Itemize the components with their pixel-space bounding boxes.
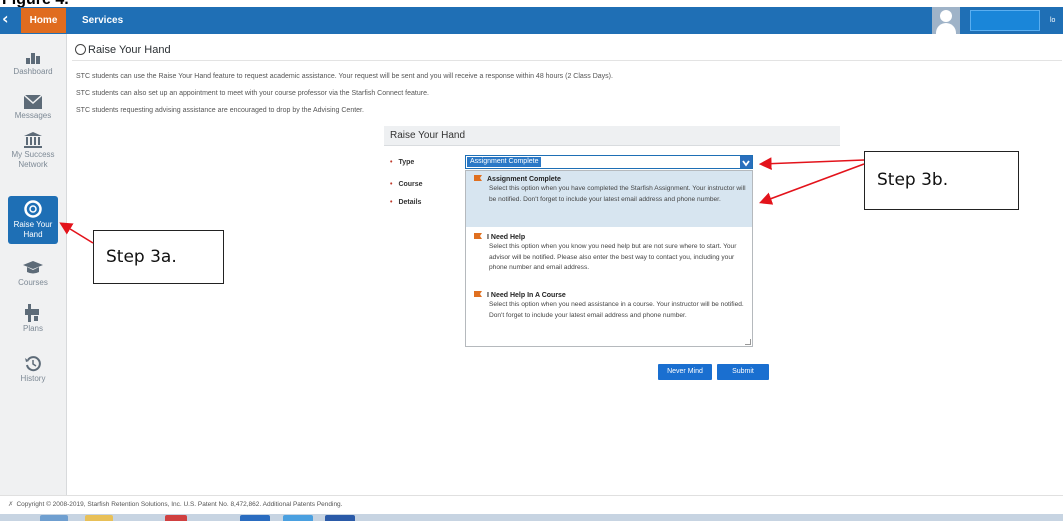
option-description: Select this option when you know you nee…: [489, 243, 737, 271]
annotation-step-3a: Step 3a.: [93, 230, 224, 284]
life-ring-icon: [24, 200, 42, 218]
sidebar-item-label: Plans: [22, 324, 43, 333]
taskbar-app-icon[interactable]: [283, 515, 313, 521]
taskbar-app-icon[interactable]: [240, 515, 270, 521]
sidebar-item-raise-your-hand[interactable]: Raise Your Hand: [8, 196, 58, 244]
sidebar-item-label: Courses: [18, 278, 48, 287]
option-assignment-complete[interactable]: Assignment Complete Select this option w…: [466, 171, 752, 227]
sidebar-item-label: History: [20, 374, 46, 383]
intro-line-3: STC students requesting advising assista…: [76, 107, 364, 114]
taskbar-app-icon[interactable]: [40, 515, 68, 521]
starfish-logo-icon: ✗: [8, 501, 14, 508]
option-description: Select this option when you need assista…: [489, 301, 744, 319]
page-title-text: Raise Your Hand: [88, 44, 171, 56]
plans-icon: [25, 304, 39, 322]
details-label-text: Details: [398, 199, 422, 206]
option-i-need-help-in-a-course[interactable]: I Need Help In A Course Select this opti…: [466, 287, 752, 345]
taskbar-app-icon[interactable]: [325, 515, 355, 521]
copyright-text: Copyright © 2008-2019, Starfish Retentio…: [16, 501, 343, 508]
resize-handle[interactable]: [745, 339, 751, 345]
home-tab[interactable]: Home: [21, 8, 66, 33]
option-i-need-help[interactable]: I Need Help Select this option when you …: [466, 229, 752, 285]
raise-hand-icon: [75, 44, 86, 55]
type-select[interactable]: Assignment Complete: [465, 155, 753, 169]
intro-line-1: STC students can use the Raise Your Hand…: [76, 73, 613, 80]
form-panel-header: Raise Your Hand: [384, 126, 840, 146]
annotation-step-3b: Step 3b.: [864, 151, 1019, 210]
taskbar-app-icon[interactable]: [85, 515, 113, 521]
submit-button[interactable]: Submit: [717, 364, 769, 380]
sidebar-item-my-success-network[interactable]: My Success Network: [0, 132, 66, 170]
sidebar-item-courses[interactable]: Courses: [0, 260, 66, 288]
type-dropdown-list: Assignment Complete Select this option w…: [465, 170, 753, 347]
option-title-text: I Need Help: [487, 234, 526, 241]
divider: [72, 60, 1062, 61]
option-title: Assignment Complete: [474, 175, 746, 184]
user-menu-button[interactable]: [970, 10, 1040, 31]
top-bar: ‹ Home Services lo: [0, 7, 1063, 34]
details-label: • Details: [390, 199, 422, 206]
flag-icon: [474, 175, 482, 181]
course-label: • Course: [390, 181, 423, 188]
sidebar-item-label: Dashboard: [13, 67, 53, 76]
sidebar-item-dashboard[interactable]: Dashboard: [0, 49, 66, 77]
graduation-cap-icon: [23, 261, 43, 274]
services-tab[interactable]: Services: [82, 8, 123, 33]
flag-icon: [474, 233, 482, 239]
footer: ✗ Copyright © 2008-2019, Starfish Retenti…: [8, 500, 342, 508]
option-description: Select this option when you have complet…: [489, 185, 746, 203]
option-title: I Need Help In A Course: [474, 291, 746, 300]
page-title: Raise Your Hand: [75, 44, 171, 56]
type-select-value: Assignment Complete: [467, 157, 542, 167]
back-icon[interactable]: ‹: [2, 9, 16, 31]
sidebar-item-label: Raise Your Hand: [13, 220, 53, 239]
option-title-text: Assignment Complete: [487, 176, 561, 183]
course-label-text: Course: [398, 181, 423, 188]
panel-title: Raise Your Hand: [390, 130, 466, 141]
footer-divider: [0, 495, 1063, 496]
sidebar-item-history[interactable]: History: [0, 356, 66, 384]
type-label-text: Type: [398, 159, 415, 166]
sidebar-item-plans[interactable]: Plans: [0, 304, 66, 334]
intro-line-2: STC students can also set up an appointm…: [76, 90, 429, 97]
sidebar: Dashboard Messages My Success Network Ra…: [0, 34, 67, 496]
logout-link[interactable]: lo: [1050, 8, 1055, 33]
os-taskbar: [0, 514, 1063, 521]
dashboard-icon: [26, 53, 40, 64]
option-title: I Need Help: [474, 233, 746, 242]
sidebar-item-messages[interactable]: Messages: [0, 95, 66, 121]
envelope-icon: [24, 95, 42, 109]
chevron-down-icon[interactable]: [740, 156, 752, 168]
taskbar-app-icon[interactable]: [165, 515, 187, 521]
never-mind-button[interactable]: Never Mind: [658, 364, 712, 380]
sidebar-item-label: Messages: [14, 111, 52, 120]
history-icon: [25, 356, 41, 372]
screenshot-root: Figure 4. ‹ Home Services lo Dashboard M…: [0, 0, 1063, 521]
bank-icon: [24, 132, 42, 148]
type-label: • Type: [390, 159, 415, 166]
sidebar-item-label: My Success Network: [11, 150, 55, 169]
flag-icon: [474, 291, 482, 297]
avatar[interactable]: [932, 7, 960, 34]
option-title-text: I Need Help In A Course: [487, 292, 566, 299]
